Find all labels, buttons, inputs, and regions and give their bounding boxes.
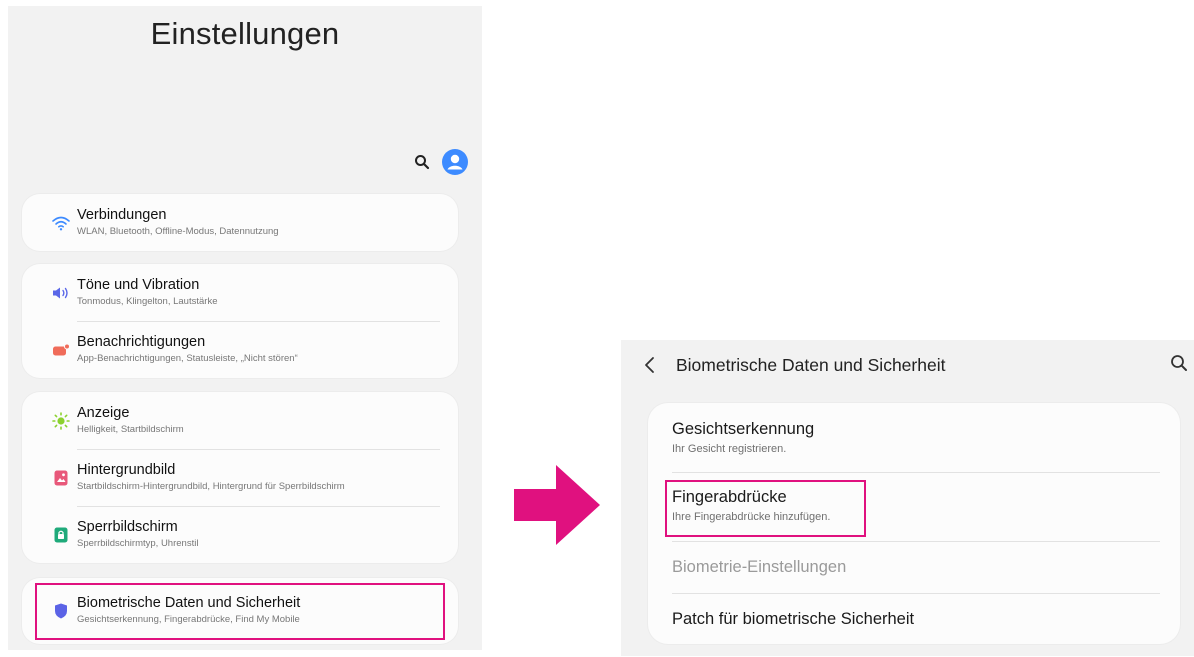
biometrics-settings-item[interactable]: Biometrie-Einstellungen: [672, 558, 846, 577]
lock-icon: [52, 526, 70, 544]
page-title: Einstellungen: [150, 16, 340, 51]
settings-screen: Einstellungen Verbindungen WLAN, Bluetoo…: [8, 6, 482, 650]
brightness-icon: [52, 411, 70, 430]
settings-item-title: Benachrichtigungen: [77, 334, 206, 350]
divider: [672, 593, 1160, 594]
arrow-right-icon: [514, 465, 600, 550]
search-icon[interactable]: [414, 154, 430, 170]
divider: [672, 472, 1160, 473]
settings-item-wallpaper[interactable]: Hintergrundbild Startbildschirm-Hintergr…: [22, 449, 458, 506]
settings-item-subtitle: App-Benachrichtigungen, Statusleiste, „N…: [77, 353, 298, 364]
app-bar: Biometrische Daten und Sicherheit: [621, 340, 1194, 392]
notification-icon: [52, 341, 70, 359]
settings-card-display: Anzeige Helligkeit, Startbildschirm Hint…: [22, 392, 458, 563]
item-subtitle: Ihr Gesicht registrieren.: [672, 443, 787, 455]
settings-item-sounds[interactable]: Töne und Vibration Tonmodus, Klingelton,…: [22, 264, 458, 321]
face-recognition-item[interactable]: Gesichtserkennung Ihr Gesicht registrier…: [672, 420, 814, 455]
settings-item-subtitle: WLAN, Bluetooth, Offline-Modus, Datennut…: [77, 226, 279, 237]
biometric-security-patch-item[interactable]: Patch für biometrische Sicherheit: [672, 610, 914, 629]
settings-item-connections[interactable]: Verbindungen WLAN, Bluetooth, Offline-Mo…: [22, 194, 458, 251]
settings-item-subtitle: Startbildschirm-Hintergrundbild, Hinterg…: [77, 481, 345, 492]
settings-item-title: Töne und Vibration: [77, 277, 200, 293]
wifi-icon: [52, 214, 70, 232]
back-arrow-icon[interactable]: [643, 355, 655, 380]
settings-card-connections: Verbindungen WLAN, Bluetooth, Offline-Mo…: [22, 194, 458, 251]
settings-toolbar: [414, 149, 468, 175]
search-icon[interactable]: [1170, 354, 1188, 377]
wallpaper-icon: [52, 469, 70, 487]
screen-title: Biometrische Daten und Sicherheit: [676, 355, 946, 375]
divider: [672, 541, 1160, 542]
settings-item-title: Verbindungen: [77, 207, 167, 223]
settings-item-display[interactable]: Anzeige Helligkeit, Startbildschirm: [22, 392, 458, 449]
account-avatar-icon[interactable]: [442, 149, 468, 175]
settings-item-subtitle: Tonmodus, Klingelton, Lautstärke: [77, 296, 218, 307]
settings-item-subtitle: Sperrbildschirmtyp, Uhrenstil: [77, 538, 199, 549]
highlight-box-biometrics: [35, 583, 445, 640]
settings-item-notifications[interactable]: Benachrichtigungen App-Benachrichtigunge…: [22, 321, 458, 378]
settings-card-sound: Töne und Vibration Tonmodus, Klingelton,…: [22, 264, 458, 378]
item-title: Biometrie-Einstellungen: [672, 558, 847, 576]
item-title: Patch für biometrische Sicherheit: [672, 610, 915, 628]
speaker-icon: [52, 284, 70, 302]
settings-item-title: Anzeige: [77, 405, 130, 421]
settings-item-title: Sperrbildschirm: [77, 519, 178, 535]
highlight-box-fingerprints: [665, 480, 866, 537]
settings-item-lockscreen[interactable]: Sperrbildschirm Sperrbildschirmtyp, Uhre…: [22, 506, 458, 563]
item-title: Gesichtserkennung: [672, 420, 815, 438]
settings-item-title: Hintergrundbild: [77, 462, 176, 478]
settings-item-subtitle: Helligkeit, Startbildschirm: [77, 424, 184, 435]
